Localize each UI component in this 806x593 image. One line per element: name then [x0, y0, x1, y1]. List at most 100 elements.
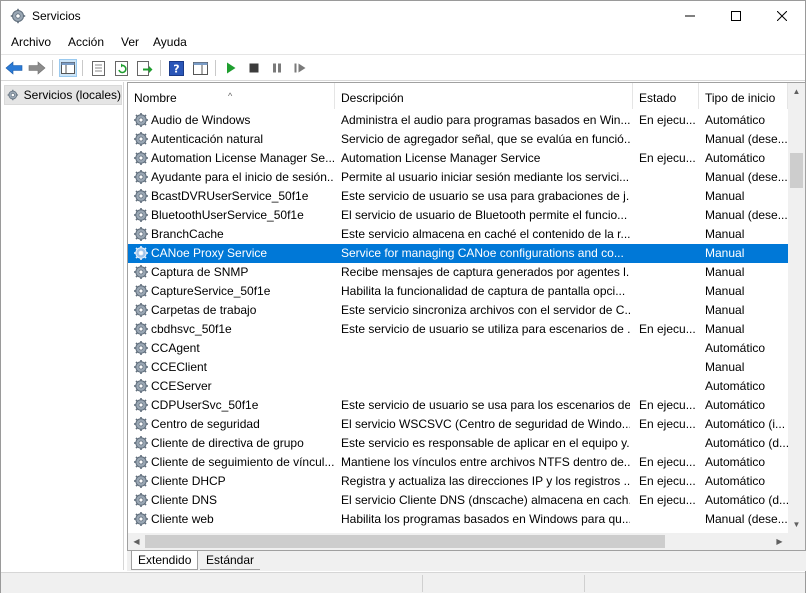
service-name: CCEClient — [151, 360, 208, 374]
service-start-type: Manual — [705, 265, 745, 279]
service-state — [639, 377, 696, 396]
gear-icon — [134, 341, 148, 355]
scroll-up-button[interactable]: ▲ — [788, 83, 805, 100]
scroll-down-button[interactable]: ▼ — [788, 516, 805, 533]
status-divider — [584, 575, 585, 592]
close-button[interactable] — [759, 1, 805, 31]
service-row[interactable]: Cliente de directiva de grupo Este servic… — [128, 434, 788, 453]
gear-icon — [134, 284, 148, 298]
play-icon — [227, 62, 236, 74]
menu-ayuda[interactable]: Ayuda — [153, 35, 187, 49]
service-description: Habilita los programas basados en Window… — [341, 512, 630, 526]
menu-accion[interactable]: Acción — [68, 35, 104, 49]
service-row[interactable]: Centro de seguridad El servicio WSCSVC (C… — [128, 415, 788, 434]
gear-icon — [134, 322, 148, 336]
gear-icon — [134, 113, 148, 127]
properties-button[interactable] — [89, 59, 107, 77]
service-description — [341, 358, 630, 377]
service-row[interactable]: CDPUserSvc_50f1e Este servicio de usuario… — [128, 396, 788, 415]
help-button[interactable]: ? — [167, 59, 185, 77]
service-state — [639, 339, 696, 358]
minimize-button[interactable] — [667, 1, 713, 31]
service-name: CCEServer — [151, 379, 212, 393]
stop-service-button[interactable] — [245, 59, 263, 77]
tree-item-local-services[interactable]: Servicios (locales) — [4, 85, 122, 105]
horizontal-scroll-thumb[interactable] — [145, 535, 665, 548]
service-name: Cliente de seguimiento de víncul... — [151, 455, 334, 469]
scroll-right-button[interactable]: ▶ — [771, 533, 788, 550]
service-rows: Audio de Windows Administra el audio para… — [128, 111, 788, 533]
service-state — [639, 187, 696, 206]
service-row[interactable]: BluetoothUserService_50f1e El servicio de… — [128, 206, 788, 225]
maximize-button[interactable] — [713, 1, 759, 31]
vertical-scroll-thumb[interactable] — [790, 153, 803, 188]
tree-item-label: Servicios (locales) — [23, 88, 121, 102]
service-start-type: Automático — [705, 151, 766, 165]
service-start-type: Automático — [705, 379, 766, 393]
scroll-left-button[interactable]: ◀ — [128, 533, 145, 550]
service-start-type: Manual — [705, 303, 745, 317]
service-row[interactable]: Autenticación natural Servicio de agregad… — [128, 130, 788, 149]
gear-icon — [10, 8, 26, 24]
menu-ver[interactable]: Ver — [121, 35, 139, 49]
service-state: En ejecu... — [639, 417, 696, 431]
service-row[interactable]: Automation License Manager Se... Automati… — [128, 149, 788, 168]
service-state: En ejecu... — [639, 151, 696, 165]
service-row[interactable]: Audio de Windows Administra el audio para… — [128, 111, 788, 130]
column-header-description[interactable]: Descripción — [335, 83, 633, 109]
service-name: CDPUserSvc_50f1e — [151, 398, 259, 412]
menu-archivo[interactable]: Archivo — [11, 35, 51, 49]
service-row[interactable]: CANoe Proxy Service Service for managing … — [128, 244, 788, 263]
service-description: Este servicio de usuario se utiliza para… — [341, 322, 630, 336]
service-name: BluetoothUserService_50f1e — [151, 208, 304, 222]
document-icon — [91, 60, 105, 76]
service-row[interactable]: Cliente web Habilita los programas basado… — [128, 510, 788, 529]
column-header-name[interactable]: Nombre ^ — [128, 83, 335, 109]
gear-icon — [134, 265, 148, 279]
gear-icon — [134, 474, 148, 488]
show-console-tree-button[interactable] — [59, 59, 77, 77]
export-list-button[interactable] — [136, 59, 154, 77]
service-row[interactable]: CaptureService_50f1e Habilita la funciona… — [128, 282, 788, 301]
arrow-left-icon — [5, 61, 23, 75]
tab-extended[interactable]: Extendido — [131, 551, 199, 570]
gear-icon — [134, 170, 148, 184]
refresh-button[interactable] — [113, 59, 131, 77]
restart-service-button[interactable] — [291, 59, 309, 77]
service-description — [341, 339, 630, 358]
service-row[interactable]: BcastDVRUserService_50f1e Este servicio d… — [128, 187, 788, 206]
service-row[interactable]: CCEServer Automático — [128, 377, 788, 396]
service-row[interactable]: CCEClient Manual — [128, 358, 788, 377]
column-header-state[interactable]: Estado — [633, 83, 699, 109]
service-row[interactable]: Cliente DNS El servicio Cliente DNS (dnsc… — [128, 491, 788, 510]
back-button[interactable] — [5, 59, 23, 77]
services-list: Nombre ^ Descripción Estado Tipo de inic… — [127, 82, 806, 551]
tab-standard[interactable]: Estándar — [200, 551, 261, 570]
gear-icon — [134, 360, 148, 374]
stop-icon — [249, 63, 259, 73]
service-description: Habilita la funcionalidad de captura de … — [341, 284, 626, 298]
services-window: Servicios Archivo Acción Ver Ayuda ? Ser… — [0, 0, 806, 593]
show-action-pane-button[interactable] — [191, 59, 209, 77]
service-row[interactable]: Cliente DHCP Registra y actualiza las dir… — [128, 472, 788, 491]
service-start-type: Manual (dese... — [705, 512, 788, 526]
service-name: Cliente DHCP — [151, 474, 226, 488]
service-row[interactable]: BranchCache Este servicio almacena en cac… — [128, 225, 788, 244]
service-start-type: Automático — [705, 113, 766, 127]
column-header-start-type[interactable]: Tipo de inicio — [699, 83, 788, 109]
forward-button[interactable] — [28, 59, 46, 77]
service-start-type: Automático (d... — [705, 493, 788, 507]
start-service-button[interactable] — [222, 59, 240, 77]
service-row[interactable]: CCAgent Automático — [128, 339, 788, 358]
pause-service-button[interactable] — [268, 59, 286, 77]
vertical-scrollbar[interactable]: ▲ ▼ — [788, 83, 805, 533]
service-row[interactable]: Ayudante para el inicio de sesión... Perm… — [128, 168, 788, 187]
service-start-type: Manual — [705, 227, 745, 241]
service-row[interactable]: cbdhsvc_50f1e Este servicio de usuario se… — [128, 320, 788, 339]
service-row[interactable]: Captura de SNMP Recibe mensajes de captur… — [128, 263, 788, 282]
service-row[interactable]: Cliente de seguimiento de víncul... Manti… — [128, 453, 788, 472]
sort-up-icon: ^ — [228, 91, 233, 101]
horizontal-scrollbar[interactable]: ◀ ▶ — [128, 533, 788, 550]
service-name: BranchCache — [151, 227, 224, 241]
service-row[interactable]: Carpetas de trabajo Este servicio sincron… — [128, 301, 788, 320]
